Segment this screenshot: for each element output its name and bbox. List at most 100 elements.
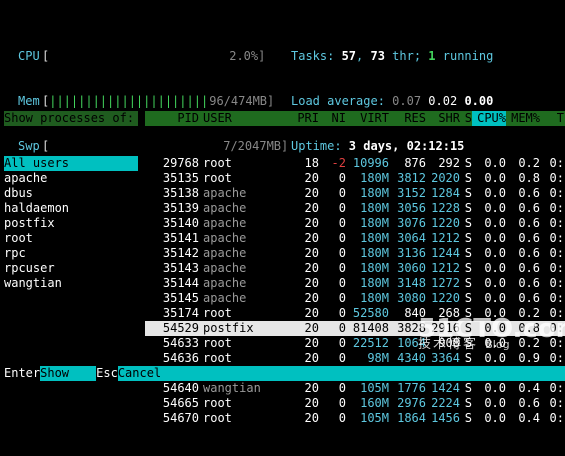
user-filter-item[interactable]: root (4, 231, 138, 246)
running-count: 1 (428, 49, 436, 63)
cell-pid: 35143 (162, 261, 199, 275)
process-row[interactable]: 54670 root 20 0 105M 1864 1456 S 0.0 0.4 0: (145, 411, 565, 426)
cell-mem: 0.2 (518, 156, 540, 170)
cell-s: S (464, 381, 472, 395)
cell-pri: 18 (304, 156, 319, 170)
user-filter-item[interactable]: haldaemon (4, 201, 138, 216)
cell-user: postfix (203, 321, 254, 335)
user-filter-item[interactable]: rpcuser (4, 261, 138, 276)
cell-shr: 1456 (431, 411, 460, 425)
cell-virt: 180M (360, 216, 389, 230)
process-row[interactable]: 35140 apache 20 0 180M 3076 1220 S 0.0 0.6 0: (145, 216, 565, 231)
user-filter-item[interactable]: All users (4, 156, 138, 171)
cell-ni: 0 (338, 171, 346, 185)
col-shr[interactable]: SHR (426, 111, 460, 126)
process-row[interactable]: 54665 root 20 0 160M 2976 2224 S 0.0 0.6 0: (145, 396, 565, 411)
cell-s: S (464, 216, 472, 230)
cell-s: S (464, 411, 472, 425)
cell-virt: 105M (360, 381, 389, 395)
cell-user: apache (203, 216, 247, 230)
cell-virt: 180M (360, 186, 389, 200)
cell-ni: 0 (338, 261, 346, 275)
cell-pri: 20 (304, 411, 319, 425)
cell-res: 3056 (397, 201, 426, 215)
cell-ni: 0 (338, 186, 346, 200)
col-virt[interactable]: VIRT (346, 111, 389, 126)
cell-s: S (464, 276, 472, 290)
watermark-tag: Blog (485, 338, 510, 351)
cell-t: 0: (549, 411, 564, 425)
cell-ni: 0 (338, 336, 346, 350)
col-pid[interactable]: PID (145, 111, 199, 126)
col-time[interactable]: T (540, 111, 564, 126)
cell-t: 0: (549, 156, 564, 170)
process-row[interactable]: 54640 wangtian 20 0 105M 1776 1424 S 0.0 0.4 0: (145, 381, 565, 396)
user-filter-header: Show processes of: (4, 111, 138, 126)
cell-pid: 35139 (162, 201, 199, 215)
cell-pri: 20 (304, 186, 319, 200)
cell-user: root (203, 306, 232, 320)
cell-pri: 20 (304, 261, 319, 275)
cell-user: root (203, 411, 232, 425)
cell-pid: 35140 (162, 216, 199, 230)
col-res[interactable]: RES (389, 111, 426, 126)
cell-mem: 0.4 (518, 411, 540, 425)
cell-cpu: 0.0 (484, 276, 506, 290)
cell-cpu: 0.0 (484, 291, 506, 305)
cell-virt: 52580 (352, 306, 389, 320)
col-ni[interactable]: NI (319, 111, 346, 126)
col-state[interactable]: S (460, 111, 472, 126)
process-row[interactable]: 35135 root 20 0 180M 3812 2020 S 0.0 0.8 0: (145, 171, 565, 186)
cell-cpu: 0.0 (484, 411, 506, 425)
show-button[interactable]: Show (40, 366, 97, 381)
user-filter-item[interactable]: postfix (4, 216, 138, 231)
user-filter-item[interactable]: rpc (4, 246, 138, 261)
running-label: running (435, 49, 494, 63)
cell-t: 0: (549, 291, 564, 305)
cell-t: 0: (549, 276, 564, 290)
cell-res: 1864 (397, 411, 426, 425)
user-filter-item[interactable]: wangtian (4, 276, 138, 291)
col-pri[interactable]: PRI (271, 111, 319, 126)
process-row[interactable]: 35143 apache 20 0 180M 3060 1212 S 0.0 0.6 0: (145, 261, 565, 276)
cell-shr: 1244 (431, 246, 460, 260)
cell-pri: 20 (304, 276, 319, 290)
cell-user: apache (203, 186, 247, 200)
cell-pri: 20 (304, 291, 319, 305)
process-row[interactable]: 35138 apache 20 0 180M 3152 1284 S 0.0 0.6 0: (145, 186, 565, 201)
cell-mem: 0.6 (518, 291, 540, 305)
cell-mem: 0.6 (518, 231, 540, 245)
cell-user: root (203, 171, 232, 185)
cell-ni: 0 (338, 276, 346, 290)
cell-cpu: 0.0 (484, 201, 506, 215)
col-mem[interactable]: MEM% (506, 111, 540, 126)
cell-res: 3076 (397, 216, 426, 230)
cell-s: S (464, 261, 472, 275)
col-user[interactable]: USER (199, 111, 271, 126)
cell-shr: 1228 (431, 201, 460, 215)
user-filter-item[interactable]: apache (4, 171, 138, 186)
esc-key: Esc (96, 366, 118, 380)
process-row[interactable]: 29768 root 18 -2 10996 876 292 S 0.0 0.2 0: (145, 156, 565, 171)
user-filter-item[interactable]: dbus (4, 186, 138, 201)
cell-t: 0: (549, 171, 564, 185)
cell-virt: 22512 (352, 336, 389, 350)
tasks-sep: , (356, 49, 371, 63)
cell-shr: 2020 (431, 171, 460, 185)
process-row[interactable]: 35144 apache 20 0 180M 3148 1272 S 0.0 0.6 0: (145, 276, 565, 291)
cell-shr: 2224 (431, 396, 460, 410)
cell-cpu: 0.0 (484, 246, 506, 260)
cell-pri: 20 (304, 396, 319, 410)
process-row[interactable]: 35145 apache 20 0 180M 3080 1220 S 0.0 0.6 0: (145, 291, 565, 306)
cell-ni: 0 (338, 291, 346, 305)
process-row[interactable]: 35141 apache 20 0 180M 3064 1212 S 0.0 0.6 0: (145, 231, 565, 246)
process-row[interactable]: 35142 apache 20 0 180M 3136 1244 S 0.0 0.6 0: (145, 246, 565, 261)
cell-pri: 20 (304, 381, 319, 395)
cell-t: 0: (549, 261, 564, 275)
col-cpu[interactable]: CPU% (472, 111, 506, 126)
process-row[interactable]: 35139 apache 20 0 180M 3056 1228 S 0.0 0.6 0: (145, 201, 565, 216)
cell-virt: 98M (367, 351, 389, 365)
cell-pid: 29768 (162, 156, 199, 170)
cell-ni: 0 (338, 381, 346, 395)
watermark-sub: 技术博客 (418, 337, 479, 352)
